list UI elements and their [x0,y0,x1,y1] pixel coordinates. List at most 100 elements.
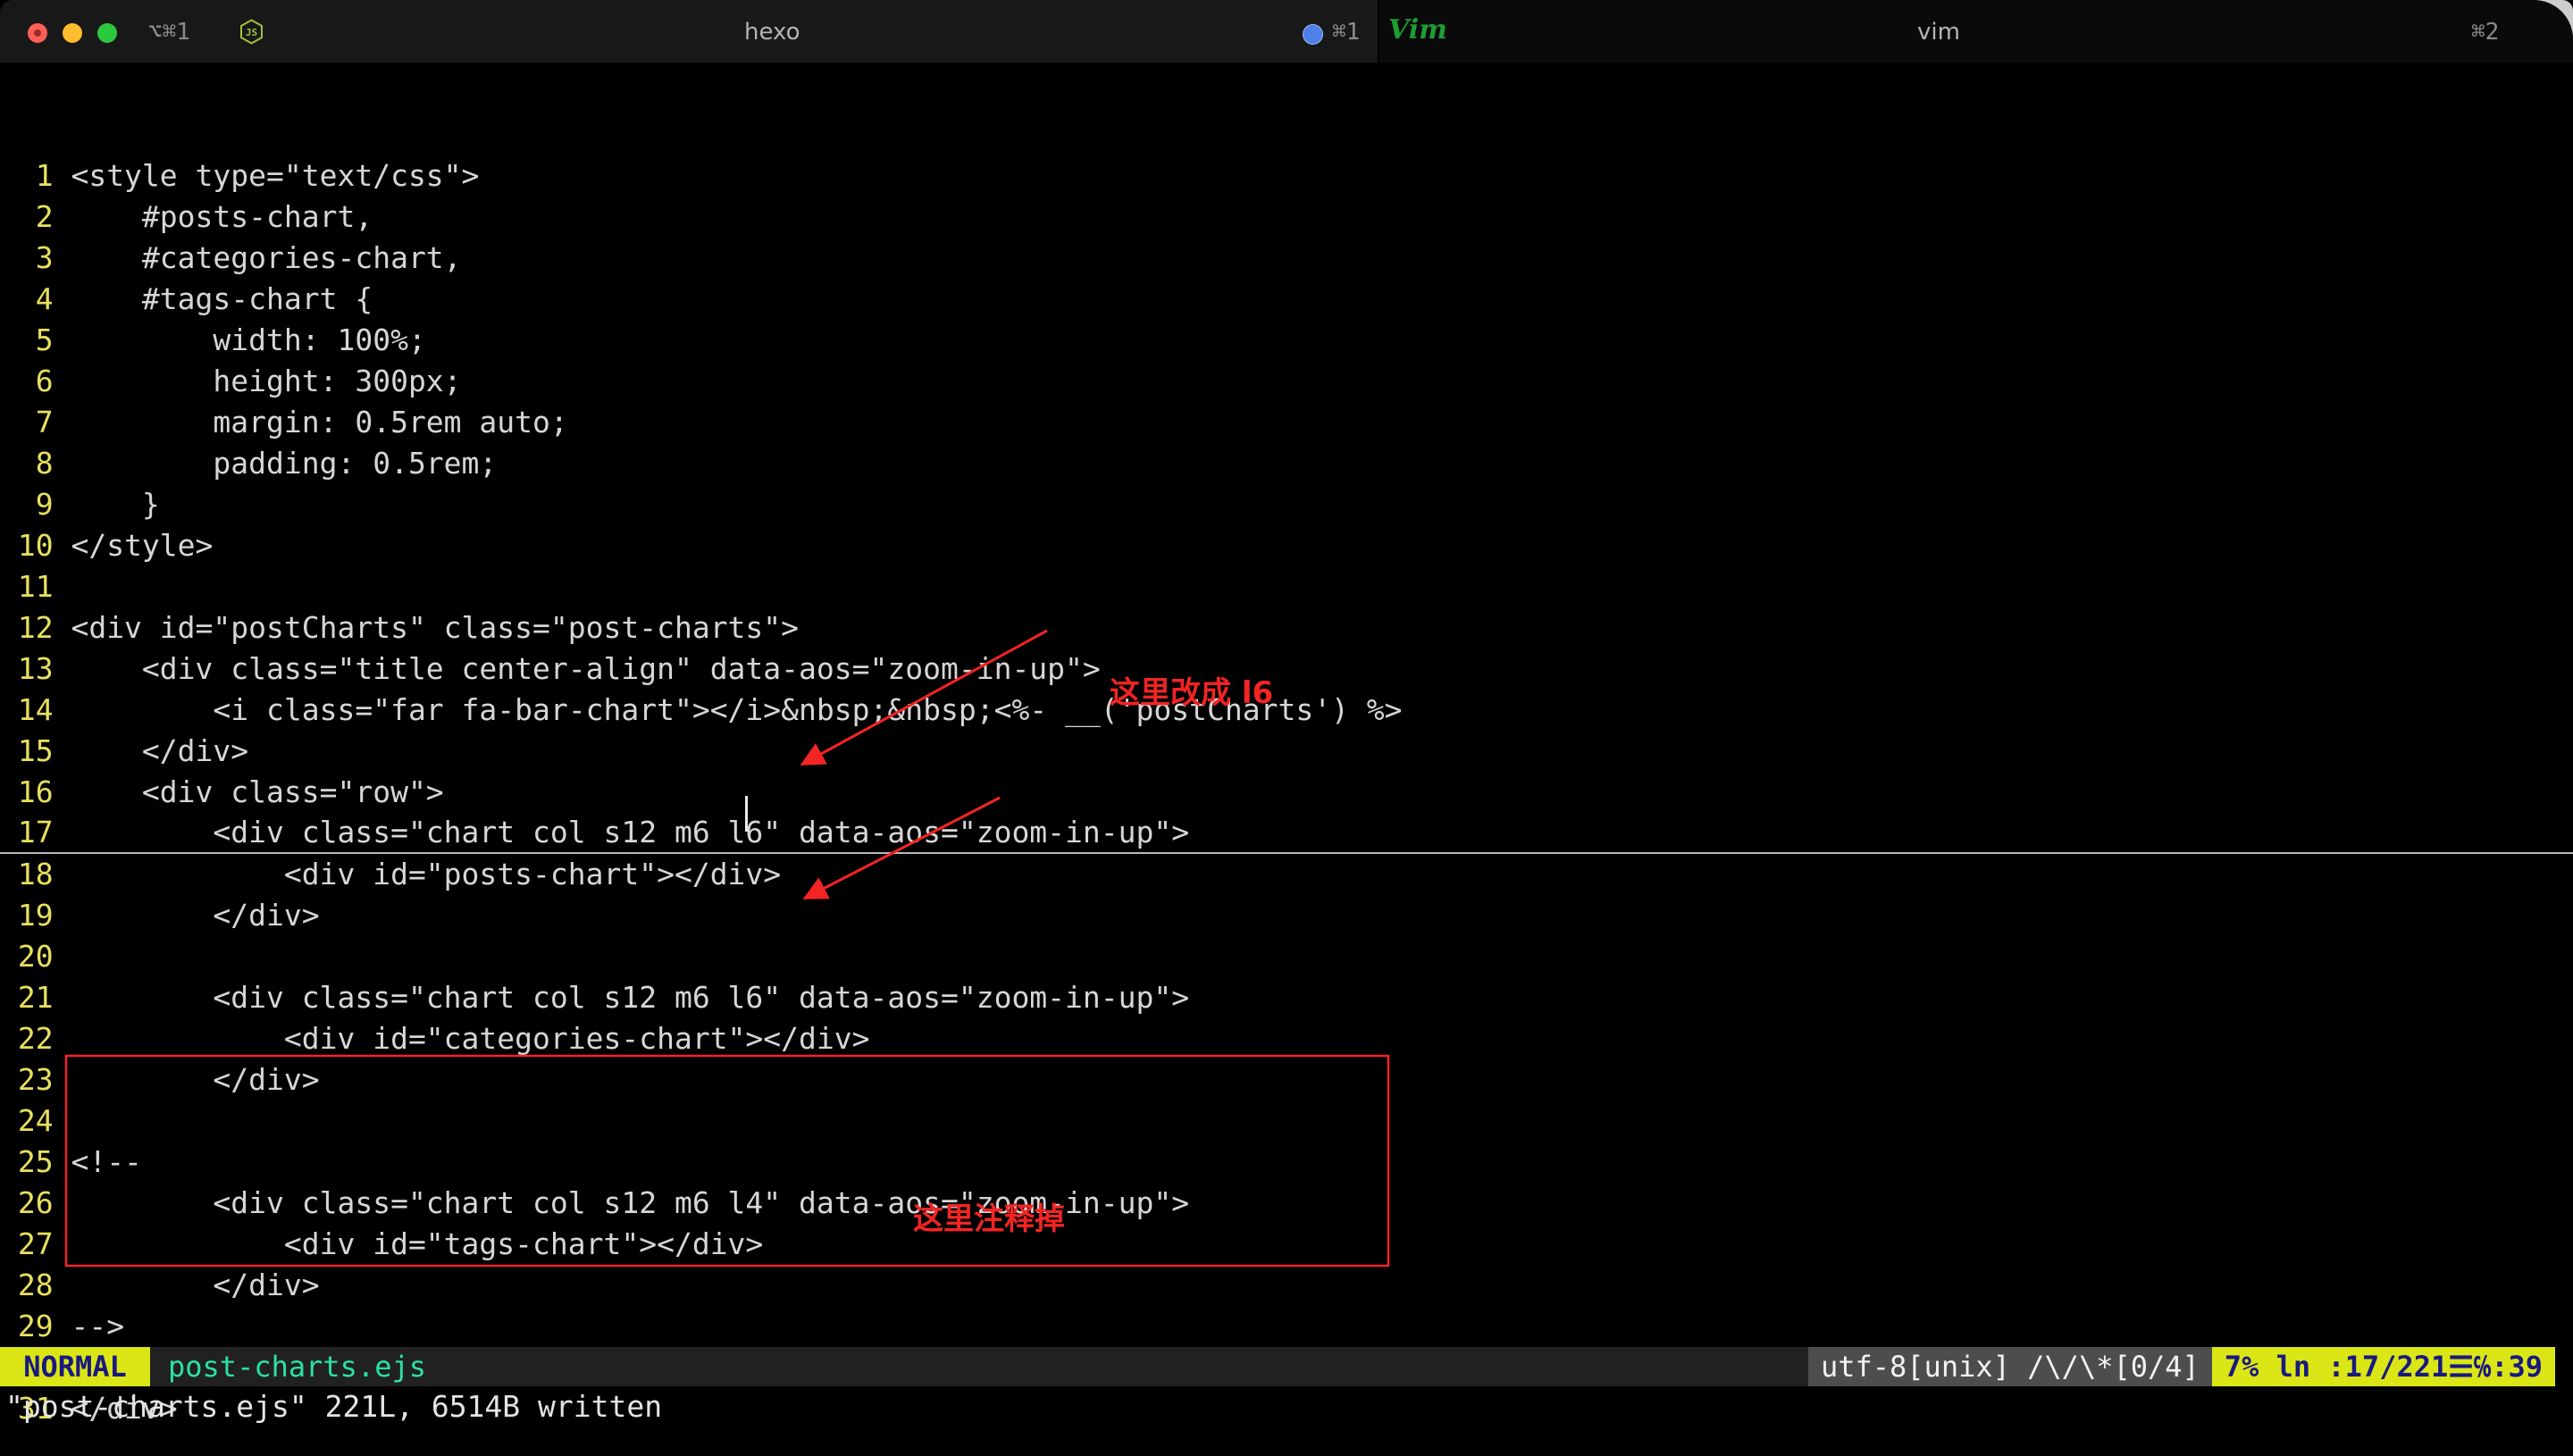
statusbar-filler [426,1347,1808,1386]
line-text: --> [71,1309,124,1343]
tab-vim-title: vim [1917,19,1960,46]
line-number: 3 [0,238,54,279]
line-number: 4 [0,279,54,320]
code-line: 8 padding: 0.5rem; [0,443,2573,484]
line-number: 29 [0,1306,54,1347]
statusbar-end-cap [2555,1347,2573,1386]
code-line: 25 <!-- [0,1142,2573,1183]
statusbar: NORMAL post-charts.ejs utf-8[unix] /\/\*… [0,1347,2573,1386]
vim-cursor [745,796,748,832]
line-text: <style type="text/css"> [71,158,479,193]
code-line: 9 } [0,484,2573,525]
svg-text:JS: JS [246,27,257,38]
line-text: <!-- [71,1144,141,1179]
line-number: 24 [0,1100,54,1142]
vim-logo-icon: Vim [1388,14,1447,46]
code-line: 27 <div id="tags-chart"></div> [0,1224,2573,1265]
code-line: 2 #posts-chart, [0,197,2573,238]
code-area[interactable]: 1<style type="text/css">2 #posts-chart,3… [0,63,2573,1456]
annotation-comment-out: 这里注释掉 [913,1194,1065,1238]
line-text: #tags-chart { [71,281,373,316]
line-number: 11 [0,566,54,607]
code-line: 5 width: 100%; [0,320,2573,361]
code-lines: 1<style type="text/css">2 #posts-chart,3… [0,155,2573,1429]
tab-vim-shortcut: ⌘2 [2471,19,2499,46]
line-text: </div> [71,1062,319,1097]
tab-hexo-shortcut: ⌘1 [1332,19,1360,46]
code-line: 4 #tags-chart { [0,279,2573,320]
close-button[interactable] [28,23,47,43]
line-number: 10 [0,525,54,566]
tab-hexo[interactable]: ⌥⌘1 JS hexo ⌘1 [0,0,1379,63]
tab-hexo-title: hexo [744,19,800,46]
vim-mode-badge: NORMAL [0,1347,150,1386]
line-text: </div> [71,733,248,768]
code-line: 24 [0,1100,2573,1142]
line-number: 2 [0,197,54,238]
line-text: <div class="chart col s12 m6 l6" data-ao… [71,815,1189,849]
vim-message-line: "post-charts.ejs" 221L, 6514B written [0,1386,2573,1427]
code-line: 1 <style type="text/css"> [0,155,2573,197]
code-line: 7 margin: 0.5rem auto; [0,402,2573,443]
line-text: <div id="posts-chart"></div> [71,857,781,891]
line-number: 16 [0,772,54,813]
zoom-button[interactable] [97,23,117,43]
line-number: 23 [0,1059,54,1100]
line-number: 13 [0,649,54,690]
line-text: } [71,487,159,522]
line-number: 26 [0,1183,54,1224]
line-number: 27 [0,1224,54,1265]
code-line: 29 --> [0,1306,2573,1347]
line-number: 20 [0,936,54,977]
line-number: 17 [0,813,54,852]
line-text: </div> [71,898,319,933]
line-text: width: 100%; [71,322,425,357]
line-number: 6 [0,361,54,402]
line-text: <div id="postCharts" class="post-charts"… [71,610,799,645]
statusbar-encoding: utf-8[unix] /\/\*[0/4] [1808,1347,2212,1386]
code-line: 10 </style> [0,525,2573,566]
code-line: 11 [0,566,2573,607]
code-line: 12 <div id="postCharts" class="post-chart… [0,607,2573,649]
code-line: 23 </div> [0,1059,2573,1100]
line-number: 19 [0,895,54,936]
line-text: </style> [71,528,213,563]
code-line: 3 #categories-chart, [0,238,2573,279]
code-line: 13 <div class="title center-align" data-… [0,649,2573,690]
annotation-change-to-l6: 这里改成 l6 [1110,668,1273,712]
line-number: 28 [0,1265,54,1306]
line-text: <div class="row"> [71,774,443,809]
activity-indicator-icon [1303,24,1323,45]
line-number: 15 [0,731,54,772]
line-text: <div class="chart col s12 m6 l6" data-ao… [71,980,1189,1015]
line-text: #posts-chart, [71,199,373,234]
traffic-lights [28,23,117,43]
line-text: <div id="categories-chart"></div> [71,1021,869,1056]
line-text: margin: 0.5rem auto; [71,405,567,439]
tab-vim[interactable] [1379,0,2573,63]
code-line: 21 <div class="chart col s12 m6 l6" data… [0,977,2573,1018]
line-number: 1 [0,155,54,197]
titlebar: ⌥⌘1 JS hexo ⌘1 Vim vim ⌘2 [0,0,2573,63]
line-number: 8 [0,443,54,484]
terminal-window: ⌥⌘1 JS hexo ⌘1 Vim vim ⌘2 1 <style type="… [0,0,2573,1456]
code-line: 28 </div> [0,1265,2573,1306]
line-number: 9 [0,484,54,525]
code-line: 14 <i class="far fa-bar-chart"></i>&nbsp… [0,690,2573,731]
code-line: 16 <div class="row"> [0,772,2573,813]
nodejs-icon: JS [239,19,264,45]
line-number: 5 [0,320,54,361]
unsaved-dot-icon [34,29,41,37]
line-number: 21 [0,977,54,1018]
line-text: <div class="title center-align" data-aos… [71,651,1100,686]
code-line: 15 </div> [0,731,2573,772]
minimize-button[interactable] [63,23,82,43]
code-line: 19 </div> [0,895,2573,936]
line-number: 12 [0,607,54,649]
code-line: 26 <div class="chart col s12 m6 l4" data… [0,1183,2573,1224]
code-line: 17 <div class="chart col s12 m6 l6" data… [0,813,2573,854]
line-number: 18 [0,854,54,895]
window-shortcut-label: ⌥⌘1 [148,19,190,46]
line-number: 25 [0,1142,54,1183]
line-text: #categories-chart, [71,240,461,275]
